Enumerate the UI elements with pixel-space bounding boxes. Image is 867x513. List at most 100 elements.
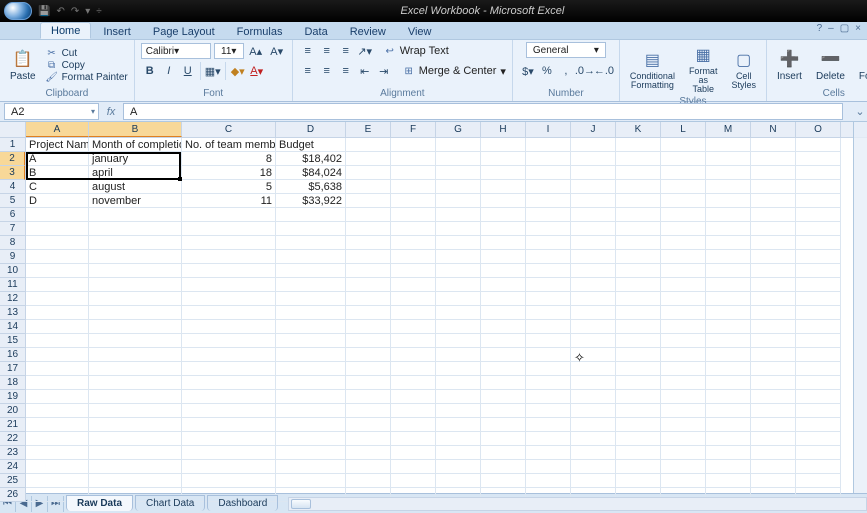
row-header-10[interactable]: 10 — [0, 264, 25, 278]
delete-cells-button[interactable]: ➖Delete — [812, 46, 849, 84]
cell-N3[interactable] — [751, 166, 796, 180]
cell-H22[interactable] — [481, 432, 526, 446]
cell-I20[interactable] — [526, 404, 571, 418]
cell-H4[interactable] — [481, 180, 526, 194]
cell-D23[interactable] — [276, 446, 346, 460]
cell-N7[interactable] — [751, 222, 796, 236]
cell-E12[interactable] — [346, 292, 391, 306]
cell-C18[interactable] — [182, 376, 276, 390]
number-format-select[interactable]: General▾ — [526, 42, 606, 58]
cell-A20[interactable] — [26, 404, 89, 418]
cell-E17[interactable] — [346, 362, 391, 376]
row-header-26[interactable]: 26 — [0, 488, 25, 502]
cell-I12[interactable] — [526, 292, 571, 306]
cell-J24[interactable] — [571, 460, 616, 474]
cell-H13[interactable] — [481, 306, 526, 320]
tab-view[interactable]: View — [398, 24, 442, 39]
cell-J17[interactable] — [571, 362, 616, 376]
row-header-9[interactable]: 9 — [0, 250, 25, 264]
cell-F1[interactable] — [391, 138, 436, 152]
cell-L25[interactable] — [661, 474, 706, 488]
cell-B3[interactable]: april — [89, 166, 182, 180]
cell-N11[interactable] — [751, 278, 796, 292]
cell-B1[interactable]: Month of completion — [89, 138, 182, 152]
cell-N12[interactable] — [751, 292, 796, 306]
col-header-B[interactable]: B — [89, 122, 182, 137]
cell-L6[interactable] — [661, 208, 706, 222]
row-header-23[interactable]: 23 — [0, 446, 25, 460]
cell-A1[interactable]: Project Name — [26, 138, 89, 152]
cell-B5[interactable]: november — [89, 194, 182, 208]
cell-G9[interactable] — [436, 250, 481, 264]
cell-F12[interactable] — [391, 292, 436, 306]
cell-J15[interactable] — [571, 334, 616, 348]
cell-M14[interactable] — [706, 320, 751, 334]
sheet-tab-chart-data[interactable]: Chart Data — [135, 495, 205, 511]
cell-O3[interactable] — [796, 166, 841, 180]
cell-A14[interactable] — [26, 320, 89, 334]
cell-L4[interactable] — [661, 180, 706, 194]
cell-C7[interactable] — [182, 222, 276, 236]
cell-M19[interactable] — [706, 390, 751, 404]
cell-A23[interactable] — [26, 446, 89, 460]
cell-F17[interactable] — [391, 362, 436, 376]
cell-I7[interactable] — [526, 222, 571, 236]
cell-G11[interactable] — [436, 278, 481, 292]
col-header-G[interactable]: G — [436, 122, 481, 137]
cell-J20[interactable] — [571, 404, 616, 418]
cell-L15[interactable] — [661, 334, 706, 348]
cell-L7[interactable] — [661, 222, 706, 236]
cell-O11[interactable] — [796, 278, 841, 292]
cell-O25[interactable] — [796, 474, 841, 488]
cell-G2[interactable] — [436, 152, 481, 166]
cell-A17[interactable] — [26, 362, 89, 376]
shrink-font-button[interactable]: A▾ — [268, 42, 286, 60]
cell-G4[interactable] — [436, 180, 481, 194]
format-as-table-button[interactable]: ▦Format as Table — [685, 42, 722, 96]
cell-K3[interactable] — [616, 166, 661, 180]
border-button[interactable]: ▦▾ — [204, 62, 222, 80]
row-header-7[interactable]: 7 — [0, 222, 25, 236]
cell-G19[interactable] — [436, 390, 481, 404]
cell-D2[interactable]: $18,402 — [276, 152, 346, 166]
cell-C3[interactable]: 18 — [182, 166, 276, 180]
cell-I22[interactable] — [526, 432, 571, 446]
cell-E13[interactable] — [346, 306, 391, 320]
cell-E2[interactable] — [346, 152, 391, 166]
cell-H5[interactable] — [481, 194, 526, 208]
cell-F20[interactable] — [391, 404, 436, 418]
cell-F8[interactable] — [391, 236, 436, 250]
redo-icon[interactable]: ↷ — [71, 6, 79, 17]
cell-K23[interactable] — [616, 446, 661, 460]
font-color-button[interactable]: A▾ — [248, 62, 266, 80]
italic-button[interactable]: I — [160, 62, 178, 80]
cell-K5[interactable] — [616, 194, 661, 208]
cell-N6[interactable] — [751, 208, 796, 222]
cell-A15[interactable] — [26, 334, 89, 348]
cell-L5[interactable] — [661, 194, 706, 208]
row-header-18[interactable]: 18 — [0, 376, 25, 390]
cell-O21[interactable] — [796, 418, 841, 432]
row-header-13[interactable]: 13 — [0, 306, 25, 320]
cell-O16[interactable] — [796, 348, 841, 362]
merge-center-button[interactable]: ⊞Merge & Center ▾ — [403, 62, 506, 80]
comma-button[interactable]: , — [557, 62, 575, 80]
cell-L19[interactable] — [661, 390, 706, 404]
cell-O6[interactable] — [796, 208, 841, 222]
cell-K10[interactable] — [616, 264, 661, 278]
cell-G20[interactable] — [436, 404, 481, 418]
cell-F25[interactable] — [391, 474, 436, 488]
cell-A12[interactable] — [26, 292, 89, 306]
cell-B18[interactable] — [89, 376, 182, 390]
cell-F3[interactable] — [391, 166, 436, 180]
cell-C16[interactable] — [182, 348, 276, 362]
cell-C19[interactable] — [182, 390, 276, 404]
fx-icon[interactable]: fx — [99, 106, 123, 118]
cell-D19[interactable] — [276, 390, 346, 404]
cell-F5[interactable] — [391, 194, 436, 208]
cell-G3[interactable] — [436, 166, 481, 180]
cell-B11[interactable] — [89, 278, 182, 292]
cell-N10[interactable] — [751, 264, 796, 278]
cell-K16[interactable] — [616, 348, 661, 362]
cell-I1[interactable] — [526, 138, 571, 152]
